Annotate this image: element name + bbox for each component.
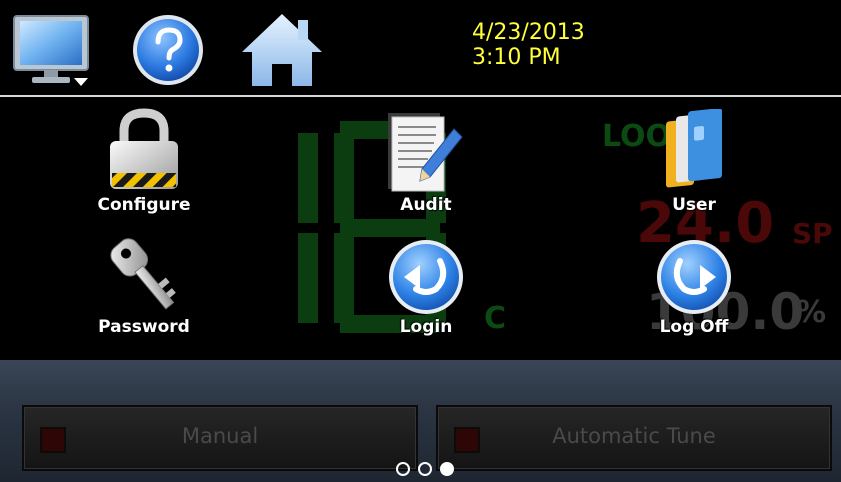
key-icon [110,238,176,310]
logoff-label: Log Off [659,317,729,337]
output-unit-text: % [796,295,827,330]
logoff-button[interactable]: Log Off [634,235,754,343]
login-button[interactable]: Login [366,235,486,343]
password-label: Password [98,317,190,337]
top-bar: 4/23/2013 3:10 PM [0,0,841,97]
automatic-tune-button[interactable]: Automatic Tune [436,405,832,471]
password-button[interactable]: Password [84,233,204,343]
manual-label: Manual [181,424,259,448]
page-dot[interactable] [418,462,432,476]
menu-area: C LOO 24.0 SP 100.0 % Configure Audit Us… [0,97,841,360]
date-time: 4/23/2013 3:10 PM [472,20,585,70]
logoff-arrow-icon [657,240,731,314]
audit-document-icon [388,113,463,192]
user-label: User [672,195,716,215]
configure-button[interactable]: Configure [84,107,204,219]
setpoint-unit-text: SP [792,217,833,250]
help-icon[interactable] [130,12,206,88]
temp-unit-text: C [484,301,507,336]
page-dot[interactable] [396,462,410,476]
folders-icon [666,109,722,188]
manual-button[interactable]: Manual [22,405,418,471]
configure-label: Configure [97,195,191,215]
automatic-tune-label: Automatic Tune [552,424,716,448]
monitor-icon[interactable] [12,12,92,90]
login-label: Login [399,317,453,337]
audit-label: Audit [400,195,452,215]
date-text: 4/23/2013 [472,20,585,45]
time-text: 3:10 PM [472,45,561,70]
bottom-panel: Manual Automatic Tune [0,360,841,482]
padlock-icon [110,108,178,189]
user-button[interactable]: User [634,107,754,219]
home-icon[interactable] [240,10,324,90]
audit-button[interactable]: Audit [366,107,486,219]
login-arrow-icon [389,240,463,314]
page-dot-active[interactable] [440,462,454,476]
screen: 4/23/2013 3:10 PM C LOO 24.0 SP 100.0 % … [0,0,841,482]
